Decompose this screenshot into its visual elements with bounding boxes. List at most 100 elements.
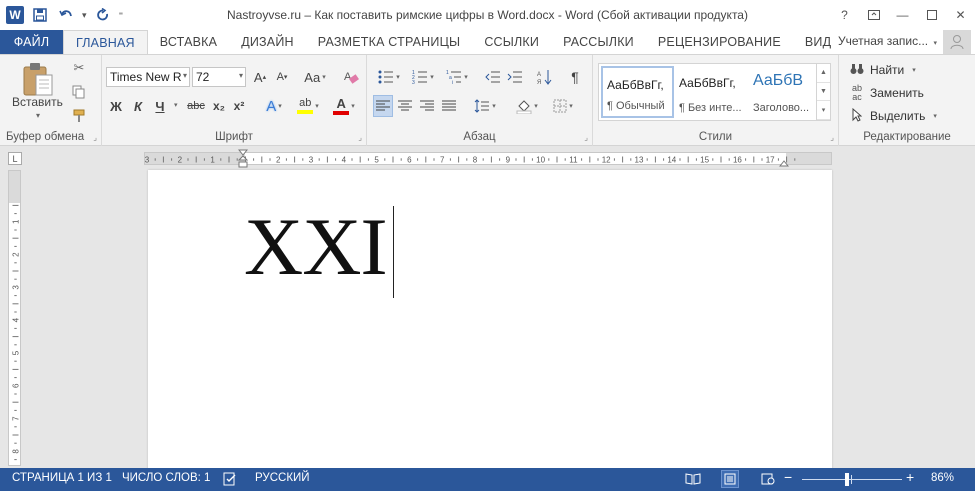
italic-button[interactable]: К — [128, 95, 148, 117]
web-layout-icon[interactable] — [759, 470, 777, 488]
zoom-out-button[interactable]: − — [784, 469, 792, 485]
paste-button[interactable]: Вставить — [12, 95, 63, 109]
copy-icon[interactable] — [70, 83, 88, 101]
find-button[interactable]: Найти ▾ — [850, 60, 916, 80]
dialog-launcher-icon[interactable]: ⌟ — [584, 133, 588, 142]
text-effects-button[interactable]: A ▾ — [260, 95, 288, 117]
chevron-down-icon: ▾ — [912, 67, 916, 74]
borders-button[interactable]: ▾ — [547, 95, 579, 117]
style-no-spacing[interactable]: АаБбВвГг, ¶ Без инте... — [675, 66, 748, 118]
maximize-icon[interactable] — [917, 0, 946, 30]
underline-dropdown-icon[interactable]: ▾ — [174, 101, 178, 109]
shading-button[interactable]: ▾ — [511, 95, 543, 117]
bullets-button[interactable]: ▾ — [373, 66, 405, 88]
format-painter-icon[interactable] — [70, 107, 88, 125]
tab-home[interactable]: ГЛАВНАЯ — [63, 30, 148, 54]
chevron-down-icon[interactable]: ▼ — [817, 83, 830, 102]
document-page[interactable]: XXI — [148, 170, 832, 470]
paste-dropdown-icon[interactable]: ▾ — [36, 111, 40, 120]
multilevel-list-button[interactable]: 1ai ▾ — [441, 66, 473, 88]
sort-button[interactable]: AЯ — [535, 66, 555, 88]
shrink-font-button[interactable]: A ▾ — [272, 66, 292, 88]
zoom-slider-midpoint — [851, 475, 852, 484]
grow-font-button[interactable]: A ▴ — [250, 66, 270, 88]
style-heading[interactable]: АаБбВ Заголово... — [749, 66, 815, 118]
status-bar: СТРАНИЦА 1 ИЗ 1 ЧИСЛО СЛОВ: 1 РУССКИЙ − … — [0, 468, 975, 491]
font-name-select[interactable]: Times New R ▾ — [106, 67, 190, 87]
word-count[interactable]: ЧИСЛО СЛОВ: 1 — [122, 472, 210, 484]
undo-dropdown-icon[interactable]: ▾ — [82, 10, 87, 21]
proofing-icon[interactable] — [221, 470, 239, 488]
vertical-ruler-tick-label: 8 — [12, 449, 21, 454]
font-color-button[interactable]: A ▾ — [328, 95, 360, 117]
account-menu[interactable]: Учетная запис... ▾ — [838, 34, 937, 48]
bold-button[interactable]: Ж — [106, 95, 126, 117]
more-icon[interactable]: ▾ — [817, 101, 830, 121]
ruler-tick-label: 9 — [506, 156, 511, 165]
strikethrough-button[interactable]: abc — [184, 95, 208, 117]
pilcrow-icon[interactable]: ¶ — [565, 66, 585, 88]
tab-insert[interactable]: ВСТАВКА — [148, 30, 229, 54]
line-spacing-button[interactable]: ▾ — [469, 95, 501, 117]
dialog-launcher-icon[interactable]: ⌟ — [830, 133, 834, 142]
numbering-button[interactable]: 123 ▾ — [407, 66, 439, 88]
minimize-icon[interactable]: — — [888, 0, 917, 30]
zoom-in-button[interactable]: + — [906, 469, 914, 485]
clear-formatting-button[interactable]: A — [340, 66, 362, 88]
increase-indent-button[interactable] — [505, 66, 525, 88]
svg-text:A: A — [537, 72, 541, 78]
print-layout-icon[interactable] — [721, 470, 739, 488]
styles-scrollbar[interactable]: ▲ ▼ ▾ — [816, 64, 830, 121]
font-size-select[interactable]: 72 ▾ — [192, 67, 246, 87]
decrease-indent-button[interactable] — [483, 66, 503, 88]
borders-icon — [553, 99, 567, 113]
chevron-up-icon[interactable]: ▲ — [817, 64, 830, 83]
change-case-button[interactable]: Aa ▾ — [298, 66, 332, 88]
zoom-slider[interactable] — [802, 479, 902, 480]
document-text[interactable]: XXI — [244, 206, 388, 288]
paste-icon[interactable] — [22, 61, 56, 97]
tab-review[interactable]: РЕЦЕНЗИРОВАНИЕ — [646, 30, 793, 54]
tab-file[interactable]: ФАЙЛ — [0, 30, 63, 54]
indent-marker-icon[interactable] — [237, 149, 249, 169]
superscript-button[interactable]: x² — [230, 95, 248, 117]
dialog-launcher-icon[interactable]: ⌟ — [358, 133, 362, 142]
language[interactable]: РУССКИЙ — [255, 472, 310, 484]
select-button[interactable]: Выделить ▾ — [850, 106, 937, 126]
read-mode-icon[interactable] — [684, 470, 702, 488]
redo-icon[interactable] — [93, 5, 113, 25]
avatar[interactable] — [943, 30, 971, 54]
highlight-label: ab — [299, 97, 312, 109]
tab-layout[interactable]: РАЗМЕТКА СТРАНИЦЫ — [306, 30, 473, 54]
word-logo-icon[interactable]: W — [6, 6, 24, 24]
cut-icon[interactable]: ✂ — [70, 59, 88, 77]
save-icon[interactable] — [30, 5, 50, 25]
help-icon[interactable]: ? — [830, 0, 859, 30]
vertical-ruler[interactable]: 112345678 — [8, 170, 21, 466]
page-count[interactable]: СТРАНИЦА 1 ИЗ 1 — [12, 472, 112, 484]
highlight-button[interactable]: ab ▾ — [292, 95, 324, 117]
customize-icon[interactable]: ⁼ — [119, 10, 124, 21]
right-indent-marker-icon[interactable] — [778, 155, 790, 167]
align-left-button[interactable] — [373, 95, 393, 117]
undo-icon[interactable] — [56, 5, 76, 25]
ribbon-display-icon[interactable] — [859, 0, 888, 30]
tab-references[interactable]: ССЫЛКИ — [472, 30, 551, 54]
replace-button[interactable]: ab ac Заменить — [850, 83, 924, 103]
underline-button[interactable]: Ч — [150, 95, 170, 117]
tab-selector[interactable]: L — [8, 152, 22, 165]
align-right-button[interactable] — [417, 95, 437, 117]
close-icon[interactable]: ✕ — [946, 0, 975, 30]
dialog-launcher-icon[interactable]: ⌟ — [93, 133, 97, 142]
style-normal[interactable]: АаБбВвГг, ¶ Обычный — [601, 66, 674, 118]
zoom-level[interactable]: 86% — [931, 472, 954, 484]
subscript-button[interactable]: x₂ — [210, 95, 228, 117]
tab-design[interactable]: ДИЗАЙН — [229, 30, 306, 54]
ruler-tick-label: 13 — [635, 156, 644, 165]
zoom-slider-thumb[interactable] — [845, 473, 849, 486]
tab-view[interactable]: ВИД — [793, 30, 843, 54]
justify-button[interactable] — [439, 95, 459, 117]
align-center-button[interactable] — [395, 95, 415, 117]
chevron-down-icon: ▾ — [492, 103, 496, 110]
tab-mailings[interactable]: РАССЫЛКИ — [551, 30, 646, 54]
